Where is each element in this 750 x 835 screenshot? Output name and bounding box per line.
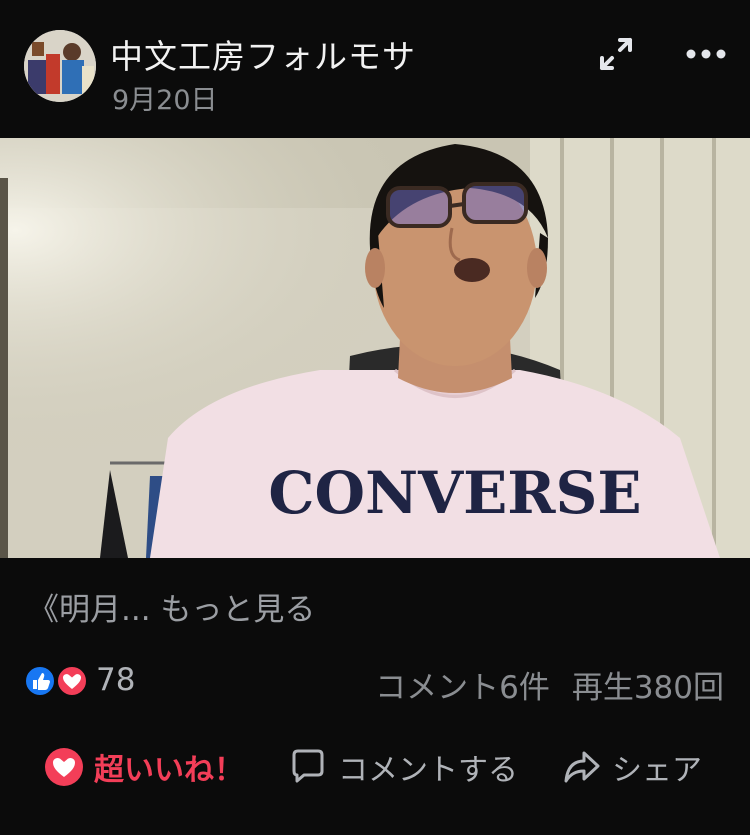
- share-label: シェア: [612, 753, 702, 788]
- comment-button[interactable]: コメントする: [288, 744, 518, 790]
- love-button[interactable]: 超いいね！: [44, 744, 244, 790]
- comment-bubble-icon: [292, 749, 324, 783]
- video-frame: CONVERSE: [0, 138, 750, 558]
- love-reaction-icon: [56, 665, 88, 697]
- video-player[interactable]: CONVERSE: [0, 138, 750, 558]
- comment-label: コメントする: [338, 753, 518, 788]
- page-name[interactable]: 中文工房フォルモサ: [110, 30, 416, 78]
- share-arrow-icon: [564, 751, 600, 783]
- more-icon: [686, 49, 726, 59]
- shirt-text: CONVERSE: [268, 459, 641, 527]
- post-caption: 《明月... もっと見る: [28, 584, 315, 629]
- reaction-icons[interactable]: [24, 664, 92, 698]
- play-count: 再生380回: [571, 670, 724, 706]
- share-button[interactable]: シェア: [562, 744, 702, 790]
- page-avatar[interactable]: [24, 30, 96, 102]
- heart-icon: [45, 748, 83, 786]
- post-header: 中文工房フォルモサ 9月20日: [0, 0, 750, 138]
- like-reaction-icon: [24, 665, 56, 697]
- more-options-button[interactable]: [684, 36, 728, 72]
- comment-count[interactable]: コメント6件: [375, 670, 550, 706]
- love-label: 超いいね！: [94, 753, 244, 788]
- caption-text: 《明月...: [28, 592, 151, 628]
- post-stats: コメント6件 再生380回: [353, 662, 724, 707]
- post-date[interactable]: 9月20日: [112, 78, 218, 117]
- reaction-count[interactable]: 78: [96, 662, 135, 698]
- expand-button[interactable]: [596, 34, 636, 74]
- expand-icon: [600, 38, 632, 70]
- see-more-link[interactable]: もっと見る: [160, 592, 315, 628]
